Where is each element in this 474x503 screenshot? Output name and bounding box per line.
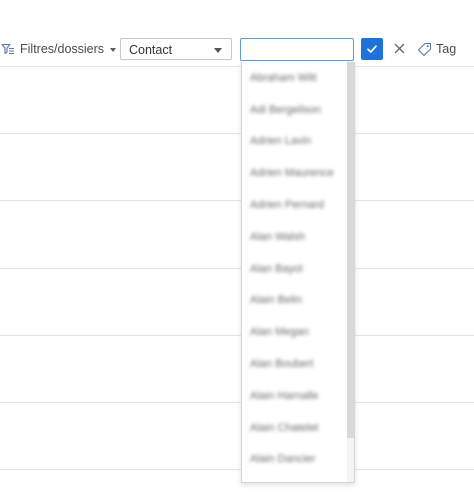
search-input[interactable] — [240, 38, 354, 61]
dropdown-item[interactable]: Adrien Maurence — [242, 157, 346, 189]
dropdown-item[interactable]: Alan Walsh — [242, 221, 346, 253]
filters-folders-label: Filtres/dossiers — [20, 42, 105, 56]
dropdown-scrollbar[interactable] — [347, 62, 354, 482]
dropdown-item[interactable]: Alan Boubert — [242, 348, 346, 380]
dropdown-item-label: Adrien Maurence — [250, 167, 334, 180]
dropdown-item-label: Alain Dancier — [250, 453, 316, 466]
dropdown-item[interactable]: Alain Dancier — [242, 444, 346, 476]
filters-folders-button[interactable]: Filtres/dossiers — [0, 38, 117, 60]
dropdown-item-label: Adi Bergeilson — [250, 103, 321, 116]
list-row-divider — [0, 469, 474, 470]
dropdown-list: Abraham Witt Adi Bergeilson Adrien Lavin… — [242, 62, 346, 475]
dropdown-item-label: Adrien Pernard — [250, 199, 324, 212]
list-row-divider — [0, 402, 474, 403]
check-icon — [367, 45, 377, 53]
cancel-button[interactable] — [391, 40, 407, 56]
list-row-divider — [0, 133, 474, 134]
field-select[interactable]: Contact — [120, 38, 232, 60]
dropdown-item-label: Abraham Witt — [250, 71, 317, 84]
dropdown-item[interactable]: Abraham Witt — [242, 62, 346, 94]
dropdown-item[interactable]: Alan Megan — [242, 316, 346, 348]
dropdown-item[interactable]: Adrien Lavin — [242, 126, 346, 158]
select-arrow-icon — [214, 48, 222, 53]
list-row-divider — [0, 268, 474, 269]
dropdown-item-label: Alain Chatelet — [250, 421, 319, 434]
list-row-divider — [0, 200, 474, 201]
chevron-down-icon — [110, 47, 117, 52]
dropdown-item-label: Alain Belin — [250, 294, 302, 307]
dropdown-item[interactable]: Adi Bergeilson — [242, 94, 346, 126]
dropdown-item-label: Alan Bayol — [250, 262, 303, 275]
dropdown-item-label: Alan Walsh — [250, 230, 306, 243]
close-icon — [394, 43, 404, 53]
dropdown-item[interactable]: Adrien Pernard — [242, 189, 346, 221]
dropdown-item[interactable]: Alain Harnalle — [242, 380, 346, 412]
list-row-divider — [0, 335, 474, 336]
field-select-value: Contact — [129, 43, 173, 57]
funnel-icon — [1, 43, 14, 55]
dropdown-item-label: Alan Boubert — [250, 358, 314, 371]
scrollbar-thumb[interactable] — [347, 62, 354, 438]
dropdown-item-label: Adrien Lavin — [250, 135, 312, 148]
autocomplete-dropdown[interactable]: Abraham Witt Adi Bergeilson Adrien Lavin… — [241, 62, 355, 483]
dropdown-item-label: Alan Megan — [250, 326, 309, 339]
dropdown-item[interactable]: Alan Bayol — [242, 253, 346, 285]
tag-button[interactable]: Tag — [417, 38, 456, 60]
dropdown-item-label: Alain Harnalle — [250, 389, 319, 402]
tag-label: Tag — [436, 42, 457, 56]
toolbar: Filtres/dossiers Contact Tag — [0, 0, 474, 67]
tag-icon — [417, 42, 432, 56]
dropdown-item[interactable]: Alain Belin — [242, 285, 346, 317]
dropdown-item[interactable]: Alain Chatelet — [242, 412, 346, 444]
confirm-button[interactable] — [361, 38, 383, 60]
